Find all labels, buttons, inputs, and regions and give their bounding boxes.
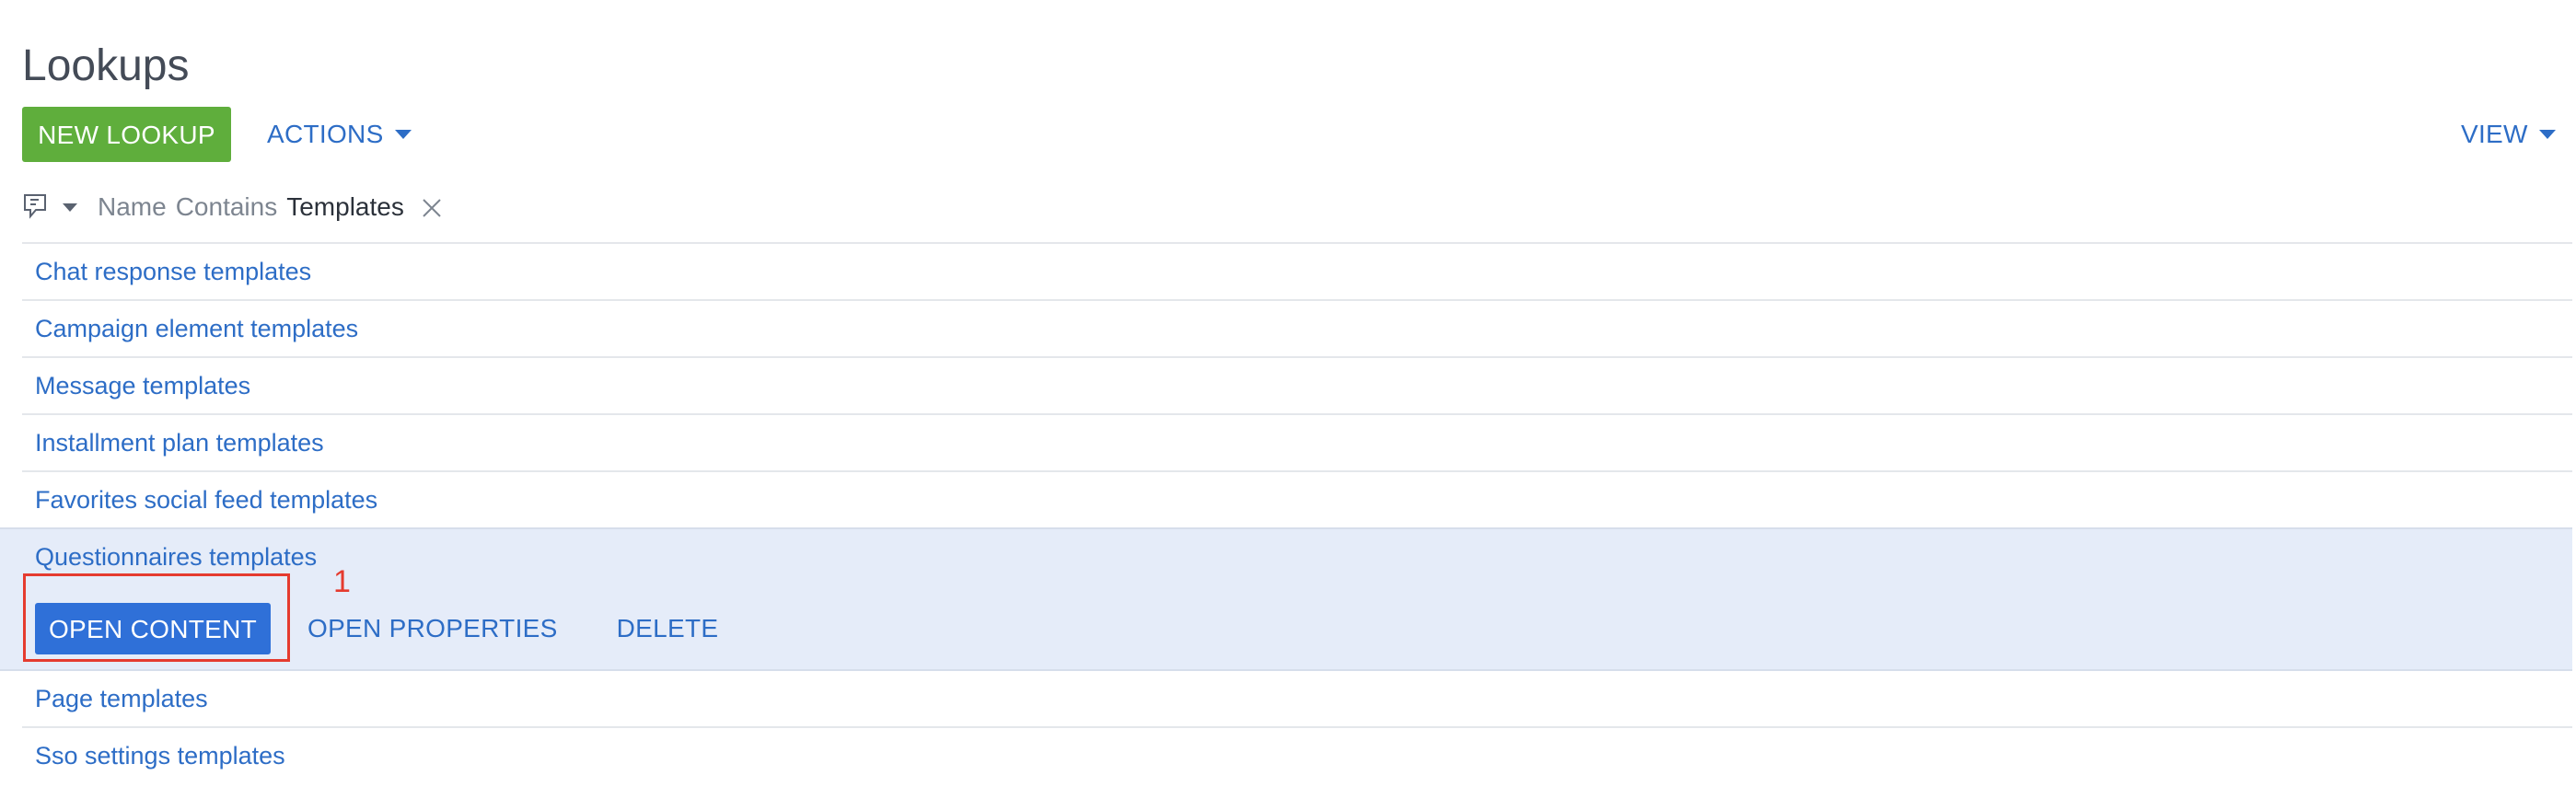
- open-content-button[interactable]: OPEN CONTENT: [35, 603, 271, 654]
- list-item-label[interactable]: Page templates: [35, 680, 208, 717]
- list-item-selected[interactable]: Questionnaires templates OPEN CONTENT OP…: [0, 527, 2572, 671]
- list-item-label[interactable]: Questionnaires templates: [35, 538, 317, 575]
- list-item-label[interactable]: Chat response templates: [35, 253, 311, 290]
- lookups-page: Lookups NEW LOOKUP ACTIONS VIEW Name Con…: [0, 0, 2576, 810]
- list-item[interactable]: Chat response templates: [22, 242, 2572, 299]
- list-item-label[interactable]: Message templates: [35, 367, 250, 404]
- list-item-label[interactable]: Campaign element templates: [35, 310, 358, 347]
- lookup-list: Chat response templates Campaign element…: [0, 242, 2576, 783]
- list-item[interactable]: Sso settings templates: [22, 726, 2572, 783]
- list-item-label[interactable]: Favorites social feed templates: [35, 481, 377, 518]
- new-lookup-button[interactable]: NEW LOOKUP: [22, 107, 231, 162]
- filter-field-name: Name: [98, 192, 167, 221]
- list-item-label[interactable]: Sso settings templates: [35, 737, 285, 774]
- actions-menu-button[interactable]: ACTIONS: [267, 116, 412, 153]
- filter-bar: Name Contains Templates: [22, 184, 443, 230]
- chevron-down-icon[interactable]: [63, 202, 77, 212]
- close-icon[interactable]: [421, 196, 443, 218]
- callout-number: 1: [333, 564, 351, 599]
- view-label: VIEW: [2461, 120, 2528, 148]
- actions-label: ACTIONS: [267, 120, 384, 148]
- chevron-down-icon: [2538, 129, 2556, 139]
- filter-icon[interactable]: [22, 191, 53, 223]
- list-item[interactable]: Installment plan templates: [22, 413, 2572, 470]
- view-menu-button[interactable]: VIEW: [2461, 116, 2556, 153]
- chevron-down-icon: [394, 129, 412, 139]
- delete-button[interactable]: DELETE: [617, 614, 719, 643]
- filter-operator: Contains: [175, 192, 278, 221]
- filter-value: Templates: [286, 192, 404, 221]
- open-properties-button[interactable]: OPEN PROPERTIES: [307, 614, 558, 643]
- row-actions: OPEN CONTENT OPEN PROPERTIES DELETE: [35, 603, 718, 654]
- list-item[interactable]: Page templates: [22, 671, 2572, 726]
- list-item[interactable]: Campaign element templates: [22, 299, 2572, 356]
- list-item[interactable]: Favorites social feed templates: [22, 470, 2572, 527]
- list-item[interactable]: Message templates: [22, 356, 2572, 413]
- list-item-label[interactable]: Installment plan templates: [35, 424, 324, 461]
- page-title: Lookups: [22, 41, 190, 91]
